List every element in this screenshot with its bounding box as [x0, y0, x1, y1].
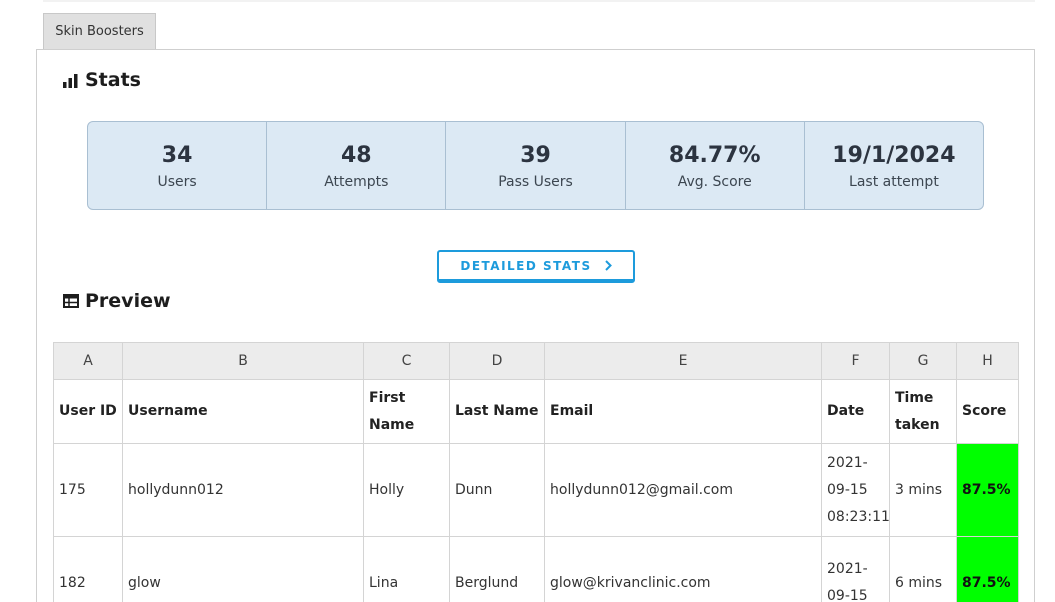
header-cell: First Name: [363, 379, 450, 444]
column-letter: A: [53, 342, 123, 380]
cell-first-name: Lina: [363, 536, 450, 602]
cell-time-taken: 6 mins: [889, 536, 957, 602]
cell-date: 2021-09-15 08:23:11: [821, 443, 890, 537]
stat-pass-users: 39 Pass Users: [446, 122, 626, 209]
stat-label: Attempts: [324, 173, 389, 190]
stat-value: 19/1/2024: [832, 142, 956, 168]
cell-first-name: Holly: [363, 443, 450, 537]
header-row: User ID Username First Name Last Name Em…: [53, 379, 1019, 444]
cell-last-name: Berglund: [449, 536, 545, 602]
cell-last-name: Dunn: [449, 443, 545, 537]
top-divider: [43, 0, 1035, 2]
header-cell: User ID: [53, 379, 123, 444]
stat-value: 48: [340, 142, 372, 168]
tab-skin-boosters[interactable]: Skin Boosters: [43, 13, 156, 49]
stat-avg-score: 84.77% Avg. Score: [626, 122, 805, 209]
cell-score: 87.5%: [956, 536, 1019, 602]
header-cell: Username: [122, 379, 364, 444]
stat-label: Avg. Score: [677, 173, 752, 190]
table-icon: [63, 294, 79, 308]
stats-title: Stats: [85, 69, 141, 91]
stat-value: 34: [161, 142, 193, 168]
preview-table: A B C D E F G H User ID Username First N…: [53, 342, 1019, 602]
column-letter: C: [363, 342, 450, 380]
detailed-stats-button[interactable]: DETAILED STATS: [437, 250, 635, 283]
detailed-stats-label: DETAILED STATS: [460, 258, 592, 273]
cell-email: hollydunn012@gmail.com: [544, 443, 822, 537]
cell-username: hollydunn012: [122, 443, 364, 537]
bar-chart-icon: [62, 73, 79, 88]
cell-user-id: 182: [53, 536, 123, 602]
header-cell: Time taken: [889, 379, 957, 444]
column-letter: G: [889, 342, 957, 380]
column-letter: D: [449, 342, 545, 380]
cell-date: 2021-09-15: [821, 536, 890, 602]
column-letter-row: A B C D E F G H: [53, 342, 1019, 380]
column-letter: H: [956, 342, 1019, 380]
column-letter: F: [821, 342, 890, 380]
header-cell: Score: [956, 379, 1019, 444]
cell-score: 87.5%: [956, 443, 1019, 537]
cell-user-id: 175: [53, 443, 123, 537]
stat-label: Users: [157, 173, 197, 190]
preview-title: Preview: [85, 290, 171, 312]
cell-username: glow: [122, 536, 364, 602]
preview-heading: Preview: [63, 290, 171, 312]
stat-label: Last attempt: [849, 173, 939, 190]
table-row: 182 glow Lina Berglund glow@krivanclinic…: [53, 536, 1019, 602]
header-cell: Email: [544, 379, 822, 444]
stats-heading: Stats: [62, 69, 141, 91]
column-letter: E: [544, 342, 822, 380]
cell-time-taken: 3 mins: [889, 443, 957, 537]
chevron-right-icon: [604, 260, 612, 271]
stat-label: Pass Users: [498, 173, 573, 190]
column-letter: B: [122, 342, 364, 380]
stat-last-attempt: 19/1/2024 Last attempt: [805, 122, 983, 209]
header-cell: Date: [821, 379, 890, 444]
stat-value: 84.77%: [668, 142, 761, 168]
stat-attempts: 48 Attempts: [267, 122, 447, 209]
header-cell: Last Name: [449, 379, 545, 444]
cell-email: glow@krivanclinic.com: [544, 536, 822, 602]
stats-summary: 34 Users 48 Attempts 39 Pass Users 84.77…: [87, 121, 984, 210]
table-row: 175 hollydunn012 Holly Dunn hollydunn012…: [53, 443, 1019, 537]
stat-value: 39: [520, 142, 551, 168]
stat-users: 34 Users: [88, 122, 268, 209]
